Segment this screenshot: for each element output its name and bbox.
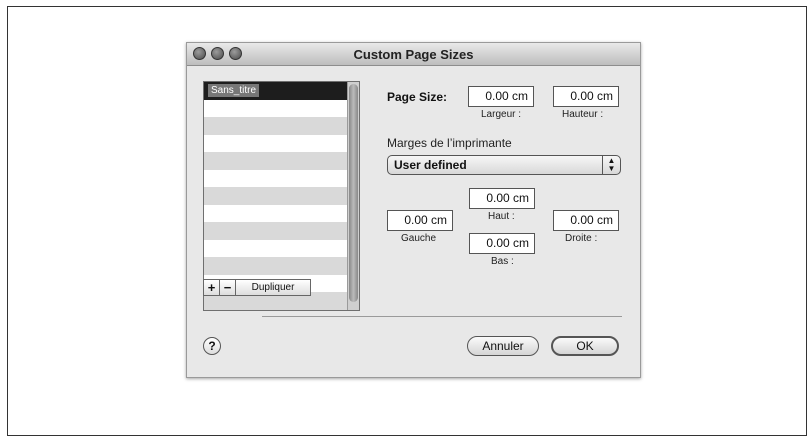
top-margin-label: Haut : — [488, 211, 515, 222]
bottom-margin-field[interactable]: 0.00 cm — [469, 233, 535, 254]
list-item[interactable] — [204, 117, 348, 135]
page-size-list[interactable]: Sans_titre — [203, 81, 360, 311]
scrollbar-thumb[interactable] — [349, 84, 358, 302]
list-item-label: Sans_titre — [208, 84, 260, 97]
list-item[interactable] — [204, 152, 348, 170]
help-icon[interactable]: ? — [203, 337, 221, 355]
ok-button[interactable]: OK — [551, 336, 619, 356]
margins-preset-value: User defined — [394, 158, 467, 172]
list-item[interactable] — [204, 170, 348, 188]
chevron-updown-icon: ▲ ▼ — [602, 156, 620, 174]
width-field[interactable]: 0.00 cm — [468, 86, 534, 107]
list-item[interactable] — [204, 240, 348, 258]
list-item[interactable] — [204, 100, 348, 118]
height-field[interactable]: 0.00 cm — [553, 86, 619, 107]
width-label: Largeur : — [481, 109, 522, 120]
list-rows: Sans_titre — [204, 82, 348, 310]
list-item-selected[interactable]: Sans_titre — [204, 82, 348, 100]
footer-divider — [262, 316, 622, 317]
custom-page-sizes-dialog: Custom Page Sizes Sans_titre + − Dupliqu… — [186, 42, 641, 378]
remove-size-button[interactable]: − — [219, 279, 236, 296]
list-item[interactable] — [204, 205, 348, 223]
margins-preset-select[interactable]: User defined ▲ ▼ — [387, 155, 621, 175]
printer-margins-label: Marges de l’imprimante — [387, 136, 512, 150]
duplicate-button[interactable]: Dupliquer — [235, 279, 311, 296]
list-item[interactable] — [204, 222, 348, 240]
titlebar: Custom Page Sizes — [187, 43, 640, 66]
top-margin-field[interactable]: 0.00 cm — [469, 188, 535, 209]
left-margin-field[interactable]: 0.00 cm — [387, 210, 453, 231]
cancel-button[interactable]: Annuler — [467, 336, 539, 356]
add-size-button[interactable]: + — [203, 279, 220, 296]
bottom-margin-label: Bas : — [491, 256, 514, 267]
list-item[interactable] — [204, 257, 348, 275]
left-margin-label: Gauche — [401, 233, 437, 244]
height-label: Hauteur : — [562, 109, 604, 120]
page-size-label: Page Size: — [387, 90, 448, 104]
right-margin-field[interactable]: 0.00 cm — [553, 210, 619, 231]
list-scrollbar[interactable] — [347, 82, 359, 310]
window-title: Custom Page Sizes — [353, 47, 474, 62]
list-item[interactable] — [204, 135, 348, 153]
list-item[interactable] — [204, 187, 348, 205]
right-margin-label: Droite : — [565, 233, 598, 244]
